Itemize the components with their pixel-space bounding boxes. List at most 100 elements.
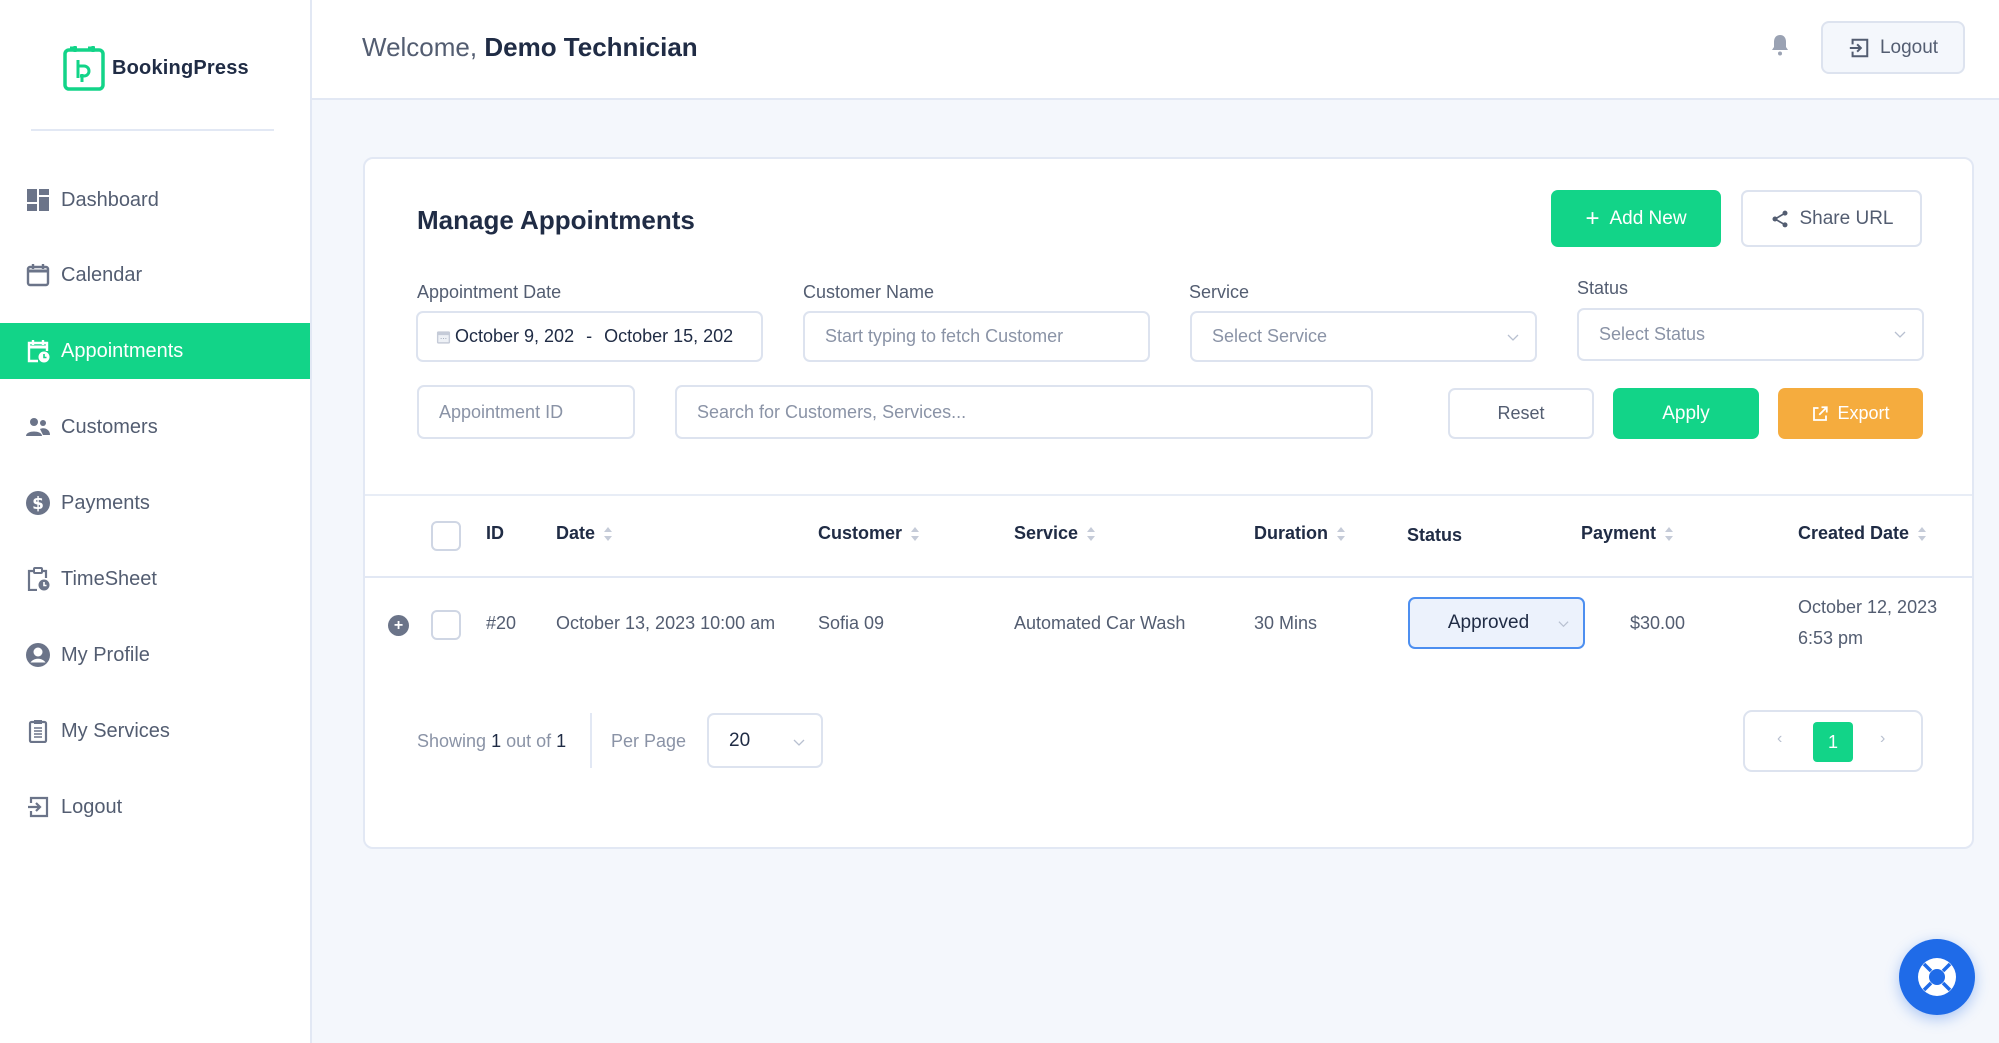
logout-icon [1849, 38, 1869, 57]
table-header-divider [365, 576, 1972, 578]
select-all-checkbox[interactable] [431, 521, 461, 551]
sidebar: BookingPress Dashboard Calendar Appointm… [0, 0, 312, 1043]
apply-label: Apply [1662, 402, 1710, 424]
reset-button[interactable]: Reset [1448, 388, 1594, 439]
welcome-message: Welcome, Demo Technician [362, 32, 698, 63]
search-placeholder: Search for Customers, Services... [697, 401, 967, 422]
page-1-button[interactable]: 1 [1813, 722, 1853, 762]
user-name: Demo Technician [484, 32, 698, 62]
row-checkbox[interactable] [431, 610, 461, 640]
sidebar-item-dashboard[interactable]: Dashboard [0, 172, 310, 228]
column-header-id: ID [486, 523, 504, 543]
prev-page-button[interactable]: ‹ [1777, 730, 1782, 748]
sort-icon [1918, 526, 1927, 541]
customer-name-label: Customer Name [803, 282, 935, 302]
chevron-down-icon [1558, 621, 1569, 628]
sidebar-item-timesheet[interactable]: TimeSheet [0, 551, 310, 607]
chevron-down-icon [1894, 331, 1906, 338]
welcome-prefix: Welcome, [362, 32, 478, 62]
sidebar-item-label: Appointments [61, 339, 184, 362]
sidebar-item-label: Payments [61, 491, 150, 514]
sort-icon [604, 526, 613, 541]
brand-name: BookingPress [112, 56, 249, 79]
bookingpress-logo-icon [63, 46, 105, 91]
next-page-button[interactable]: › [1880, 730, 1885, 748]
sidebar-item-label: Calendar [61, 263, 143, 286]
column-header-duration[interactable]: Duration [1254, 523, 1346, 544]
sidebar-item-label: Customers [61, 415, 158, 438]
sidebar-item-my-profile[interactable]: My Profile [0, 627, 310, 683]
reset-label: Reset [1497, 403, 1545, 423]
status-select[interactable]: Select Status [1577, 308, 1924, 361]
cell-created-date: October 12, 2023 [1798, 597, 1938, 617]
svg-text:$: $ [32, 494, 44, 514]
page-title: Manage Appointments [417, 205, 695, 235]
appointment-date-range-picker[interactable]: October 9, 202 - October 15, 202 [416, 311, 763, 362]
sidebar-item-label: Dashboard [61, 188, 159, 211]
cell-service: Automated Car Wash [1014, 613, 1186, 633]
plus-icon: + [1585, 204, 1600, 232]
sidebar-item-logout[interactable]: Logout [0, 779, 310, 835]
header-logout-button[interactable]: Logout [1821, 21, 1965, 74]
sort-icon [1665, 526, 1674, 541]
column-header-created-date[interactable]: Created Date [1798, 523, 1927, 544]
clipboard-list-icon [28, 720, 48, 743]
customer-placeholder: Start typing to fetch Customer [825, 326, 1064, 346]
date-separator: - [586, 326, 593, 346]
export-label: Export [1837, 403, 1890, 423]
service-select[interactable]: Select Service [1190, 311, 1537, 362]
share-url-label: Share URL [1799, 207, 1894, 229]
expand-row-icon[interactable]: + [388, 615, 409, 636]
column-header-payment[interactable]: Payment [1581, 523, 1674, 544]
sidebar-item-payments[interactable]: $ Payments [0, 475, 310, 531]
sidebar-item-label: TimeSheet [61, 567, 157, 590]
showing-count: 1 [491, 731, 502, 751]
date-end: October 15, 202 [604, 326, 734, 346]
cell-payment: $30.00 [1630, 613, 1686, 633]
per-page-select[interactable]: 20 [707, 713, 823, 768]
service-label: Service [1189, 282, 1250, 302]
calendar-icon [26, 264, 50, 287]
customer-name-input[interactable]: Start typing to fetch Customer [803, 311, 1150, 362]
customers-icon [26, 418, 50, 436]
column-header-customer[interactable]: Customer [818, 523, 920, 544]
sidebar-item-calendar[interactable]: Calendar [0, 247, 310, 303]
sidebar-item-label: My Services [61, 719, 170, 742]
chevron-down-icon [793, 739, 805, 746]
add-new-button[interactable]: + Add New [1551, 190, 1721, 247]
per-page-value: 20 [729, 729, 751, 751]
logout-icon [28, 796, 49, 818]
notification-bell-icon[interactable] [1768, 33, 1792, 57]
manage-appointments-card: Manage Appointments + Add New Share URL … [363, 157, 1974, 849]
export-button[interactable]: Export [1778, 388, 1923, 439]
logout-label: Logout [1879, 36, 1939, 58]
timesheet-icon [27, 567, 50, 591]
search-input[interactable]: Search for Customers, Services... [675, 385, 1373, 439]
user-icon [26, 643, 50, 667]
appointment-id-input[interactable]: Appointment ID [417, 385, 635, 439]
column-header-date[interactable]: Date [556, 523, 613, 544]
share-url-button[interactable]: Share URL [1741, 190, 1922, 247]
sidebar-item-label: Logout [61, 795, 123, 818]
cell-customer: Sofia 09 [818, 613, 885, 633]
logo[interactable]: BookingPress [62, 44, 249, 92]
cell-duration: 30 Mins [1254, 613, 1318, 633]
dollar-icon: $ [26, 491, 50, 515]
chevron-down-icon [1507, 334, 1519, 341]
external-link-icon [1813, 405, 1829, 421]
service-placeholder: Select Service [1212, 326, 1328, 346]
help-button[interactable] [1899, 939, 1975, 1015]
appointment-id-placeholder: Appointment ID [439, 401, 564, 422]
sort-icon [911, 526, 920, 541]
dashboard-icon [27, 189, 49, 211]
lifebuoy-icon [1918, 958, 1956, 996]
column-header-service[interactable]: Service [1014, 523, 1096, 544]
cell-id: #20 [486, 613, 517, 633]
sidebar-divider [31, 129, 274, 131]
sidebar-item-customers[interactable]: Customers [0, 399, 310, 455]
status-label: Status [1577, 278, 1629, 298]
sidebar-item-appointments[interactable]: Appointments [0, 323, 310, 379]
apply-button[interactable]: Apply [1613, 388, 1759, 439]
sidebar-item-my-services[interactable]: My Services [0, 703, 310, 759]
status-dropdown[interactable]: Approved [1408, 597, 1585, 649]
